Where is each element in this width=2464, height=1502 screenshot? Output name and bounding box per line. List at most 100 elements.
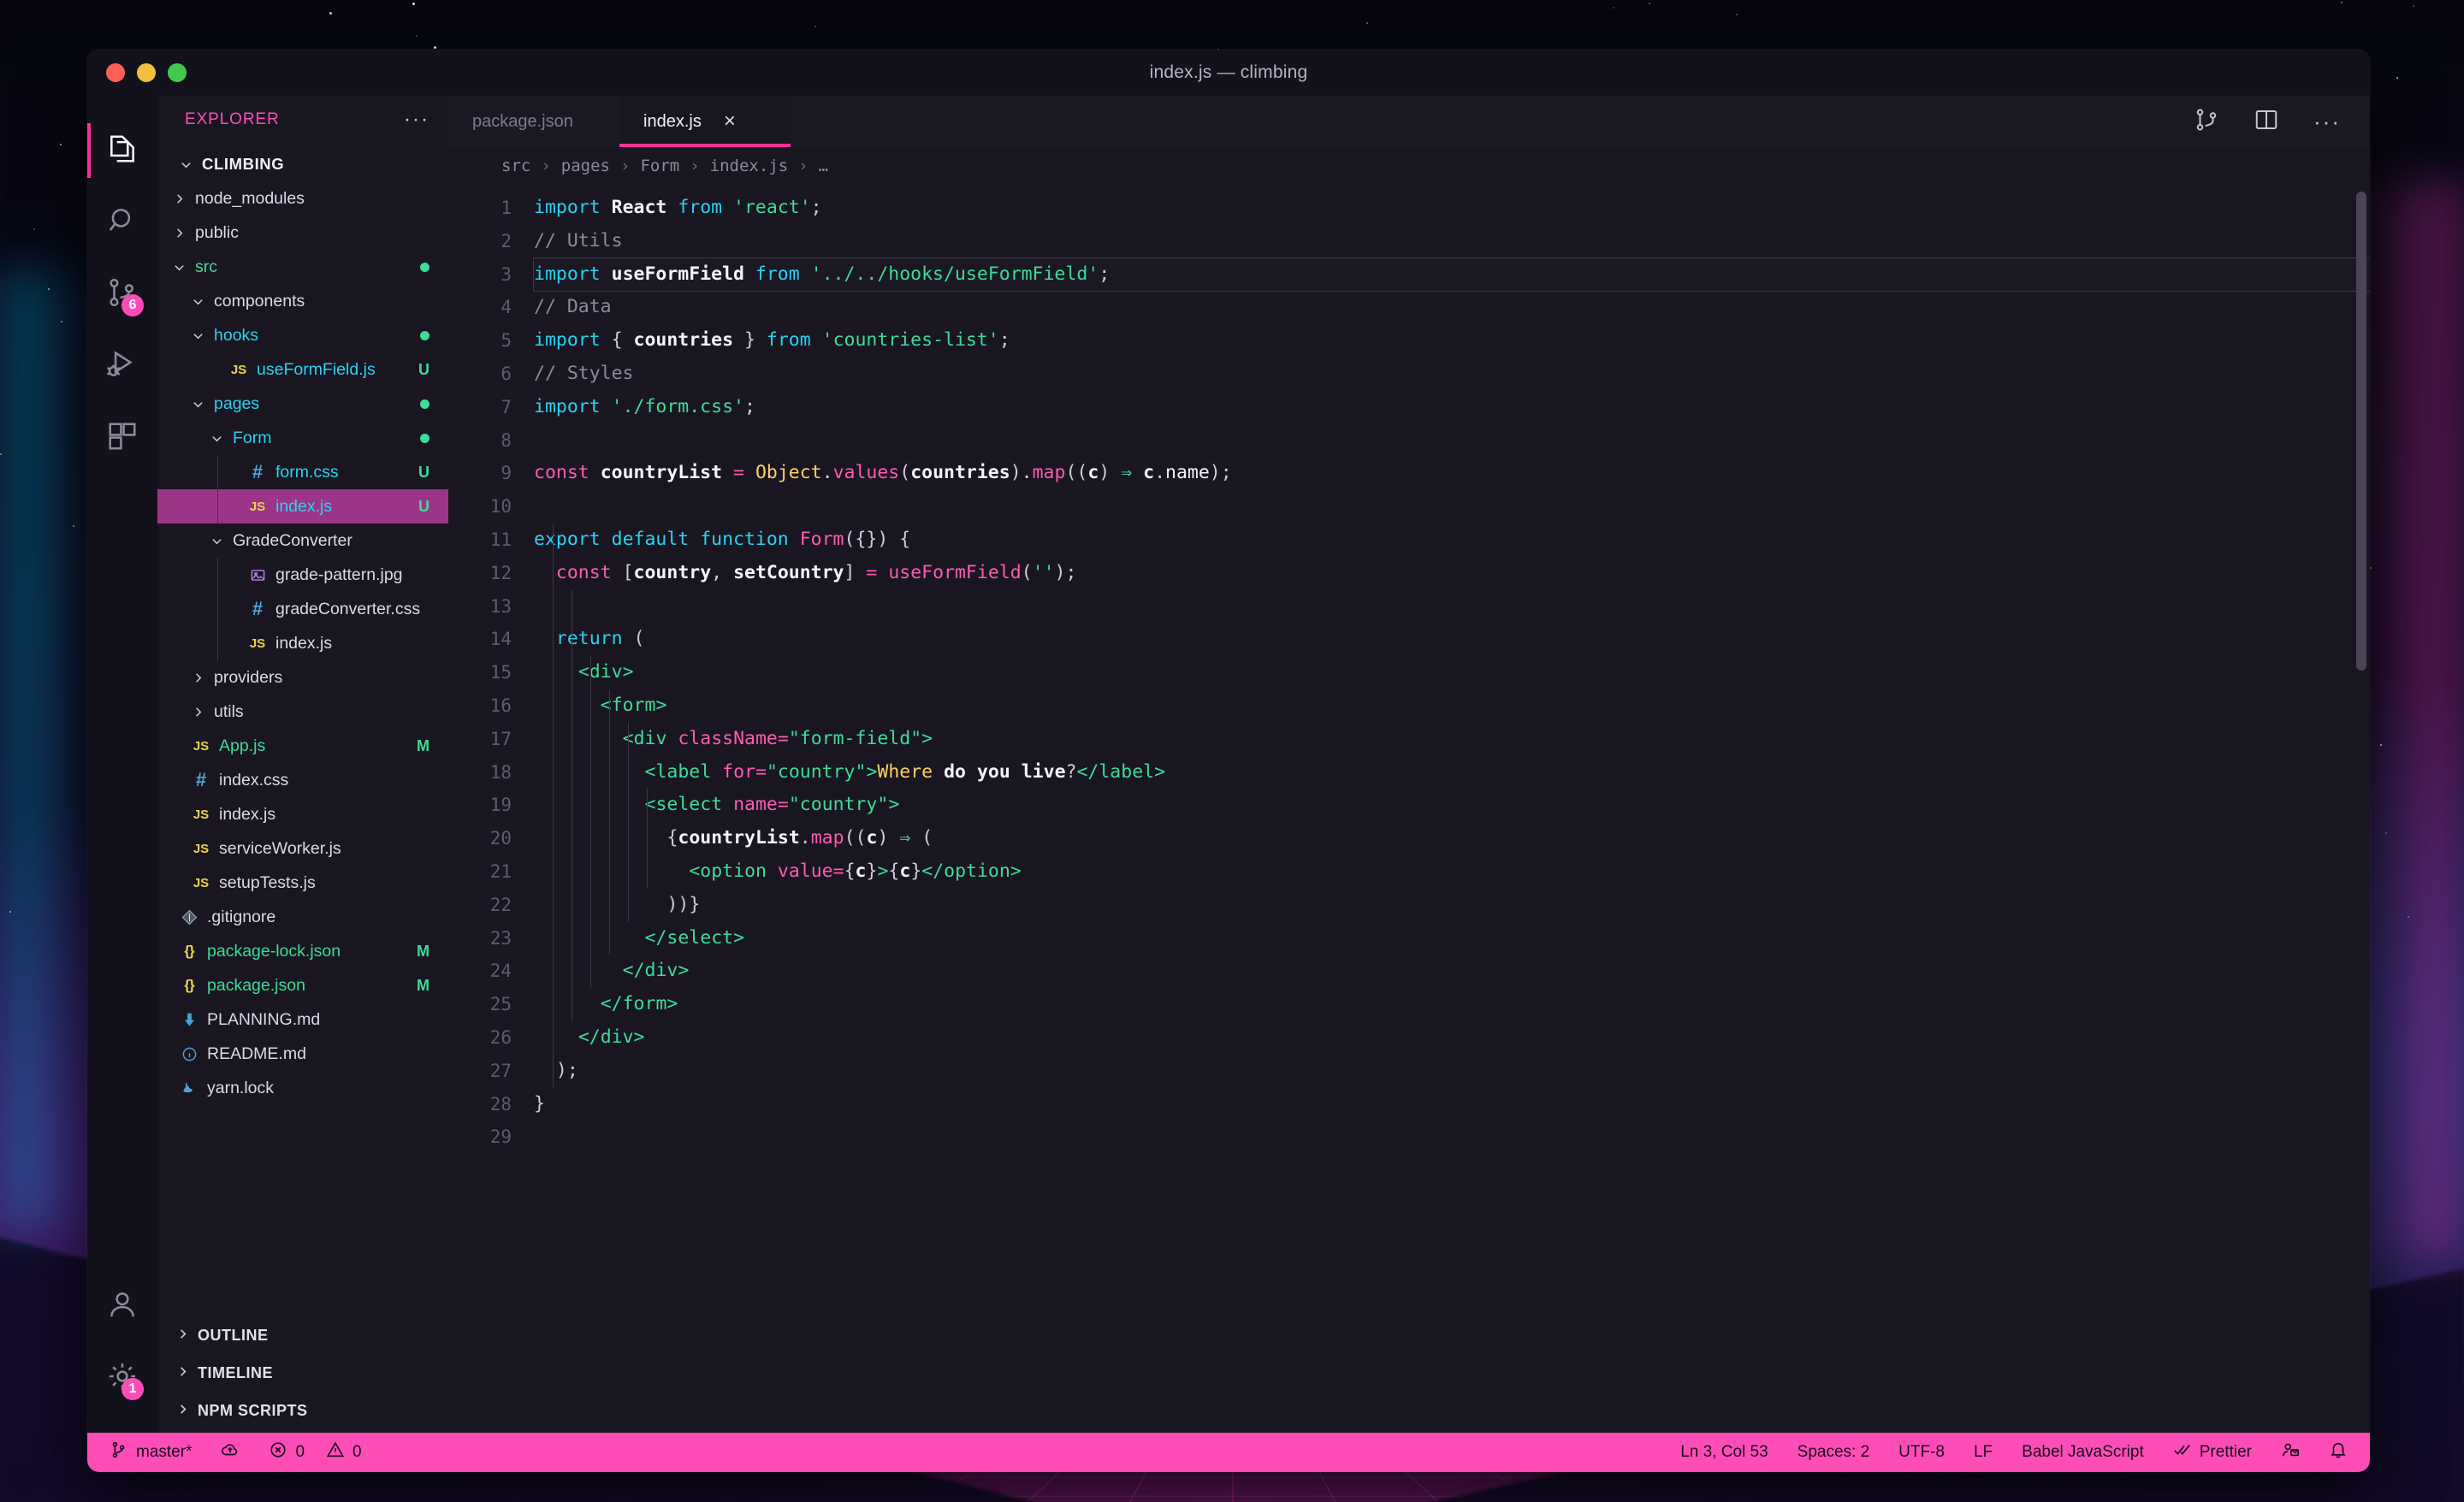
code-line[interactable]: }: [534, 1088, 2370, 1121]
tree-item-node-modules[interactable]: node_modules: [157, 181, 448, 216]
chevron-right-icon[interactable]: [188, 706, 207, 718]
chevron-down-icon[interactable]: [188, 398, 207, 411]
code-line[interactable]: import './form.css';: [534, 391, 2370, 424]
status-notifications[interactable]: [2329, 1440, 2348, 1464]
window-controls[interactable]: [87, 63, 187, 82]
tree-item-gradeconverter[interactable]: GradeConverter: [157, 523, 448, 558]
activitybar-item-extensions[interactable]: [87, 402, 157, 474]
code-line[interactable]: const countryList = Object.values(countr…: [534, 457, 2370, 490]
split-editor-right-icon[interactable]: [2254, 107, 2279, 137]
code-line[interactable]: <label for="country">Where do you live?<…: [534, 756, 2370, 789]
tab-index-js[interactable]: index.js ×: [619, 96, 791, 147]
status-sync[interactable]: [221, 1440, 240, 1464]
status-encoding[interactable]: UTF-8: [1898, 1443, 1945, 1462]
tree-item--gitignore[interactable]: .gitignore: [157, 900, 448, 934]
activitybar-item-run-and-debug[interactable]: [87, 330, 157, 402]
code-line[interactable]: );: [534, 1055, 2370, 1088]
code-line[interactable]: import useFormField from '../../hooks/us…: [534, 258, 2370, 292]
activitybar-item-accounts[interactable]: [87, 1270, 157, 1342]
tree-item-public[interactable]: public: [157, 216, 448, 250]
code-line[interactable]: [534, 1121, 2370, 1154]
open-changes-icon[interactable]: [2194, 107, 2219, 137]
tree-item-hooks[interactable]: hooks: [157, 318, 448, 352]
tree-item-package-json[interactable]: {}package.jsonM: [157, 968, 448, 1002]
editor-scrollbar[interactable]: [2356, 192, 2366, 671]
status-branch[interactable]: master*: [110, 1440, 192, 1464]
tree-item-src[interactable]: src: [157, 250, 448, 284]
code-line[interactable]: // Styles: [534, 358, 2370, 391]
status-feedback[interactable]: [2281, 1440, 2300, 1464]
chevron-right-icon[interactable]: [169, 192, 188, 205]
code-line[interactable]: // Data: [534, 291, 2370, 324]
breadcrumb[interactable]: src›pages›Form›index.js›…: [448, 147, 2370, 185]
code-line[interactable]: import React from 'react';: [534, 192, 2370, 225]
code-line[interactable]: {countryList.map((c) ⇒ (: [534, 822, 2370, 855]
file-tree[interactable]: CLIMBING node_modulespublicsrccomponents…: [157, 144, 448, 1316]
code-line[interactable]: import { countries } from 'countries-lis…: [534, 324, 2370, 358]
status-problems[interactable]: 0 0: [269, 1440, 361, 1464]
chevron-down-icon[interactable]: [188, 329, 207, 342]
breadcrumb-item[interactable]: index.js: [710, 157, 789, 175]
chevron-down-icon[interactable]: [207, 432, 226, 445]
tree-item-form[interactable]: Form: [157, 421, 448, 455]
sidebar-panel-outline[interactable]: OUTLINE: [157, 1316, 448, 1354]
code-line[interactable]: </div>: [534, 955, 2370, 988]
tree-item-index-js[interactable]: JSindex.js: [157, 797, 448, 831]
activitybar-item-source-control[interactable]: 6: [87, 258, 157, 330]
breadcrumb-item[interactable]: Form: [640, 157, 679, 175]
sidebar-panel-npm-scripts[interactable]: NPM SCRIPTS: [157, 1392, 448, 1429]
close-window-button[interactable]: [106, 63, 125, 82]
code-line[interactable]: [534, 424, 2370, 458]
status-language-mode[interactable]: Babel JavaScript: [2022, 1443, 2144, 1462]
tree-item-grade-pattern-jpg[interactable]: grade-pattern.jpg: [157, 558, 448, 592]
close-icon[interactable]: ×: [724, 111, 736, 132]
sidebar-panel-timeline[interactable]: TIMELINE: [157, 1354, 448, 1392]
breadcrumb-item[interactable]: …: [819, 157, 828, 175]
tree-item-package-lock-json[interactable]: {}package-lock.jsonM: [157, 934, 448, 968]
status-indentation[interactable]: Spaces: 2: [1798, 1443, 1870, 1462]
tree-item-readme-md[interactable]: README.md: [157, 1037, 448, 1071]
tree-item-utils[interactable]: utils: [157, 695, 448, 729]
tree-item-form-css[interactable]: #form.cssU: [157, 455, 448, 489]
chevron-down-icon[interactable]: [207, 535, 226, 547]
code-editor[interactable]: 1234567891011121314151617181920212223242…: [448, 185, 2370, 1433]
tree-item-components[interactable]: components: [157, 284, 448, 318]
tree-item-gradeconverter-css[interactable]: #gradeConverter.css: [157, 592, 448, 626]
sidebar-more-actions-icon[interactable]: ···: [404, 109, 429, 130]
status-formatter[interactable]: Prettier: [2173, 1440, 2252, 1464]
tree-item-yarn-lock[interactable]: yarn.lock: [157, 1071, 448, 1105]
tab-package-json[interactable]: package.json: [448, 96, 619, 147]
code-line[interactable]: <div className="form-field">: [534, 723, 2370, 756]
code-line[interactable]: export default function Form({}) {: [534, 523, 2370, 557]
code-line[interactable]: const [country, setCountry] = useFormFie…: [534, 557, 2370, 590]
tree-item-pages[interactable]: pages: [157, 387, 448, 421]
minimize-window-button[interactable]: [137, 63, 156, 82]
chevron-right-icon[interactable]: [169, 227, 188, 239]
code-line[interactable]: <select name="country">: [534, 789, 2370, 822]
tree-item-useformfield-js[interactable]: JSuseFormField.jsU: [157, 352, 448, 387]
code-line[interactable]: </form>: [534, 988, 2370, 1021]
activitybar-item-search[interactable]: [87, 186, 157, 258]
code-line[interactable]: // Utils: [534, 225, 2370, 258]
tree-item-app-js[interactable]: JSApp.jsM: [157, 729, 448, 763]
code-line[interactable]: return (: [534, 623, 2370, 656]
code-line[interactable]: <form>: [534, 689, 2370, 723]
tree-item-serviceworker-js[interactable]: JSserviceWorker.js: [157, 831, 448, 866]
tree-item-planning-md[interactable]: PLANNING.md: [157, 1002, 448, 1037]
more-actions-icon[interactable]: ···: [2313, 110, 2341, 133]
code-line[interactable]: ))}: [534, 889, 2370, 922]
maximize-window-button[interactable]: [168, 63, 187, 82]
status-eol[interactable]: LF: [1974, 1443, 1993, 1462]
tree-root-climbing[interactable]: CLIMBING: [157, 147, 448, 181]
activitybar-item-explorer[interactable]: [87, 115, 157, 186]
code-line[interactable]: <option value={c}>{c}</option>: [534, 855, 2370, 889]
tree-item-providers[interactable]: providers: [157, 660, 448, 695]
chevron-down-icon[interactable]: [169, 261, 188, 274]
chevron-right-icon[interactable]: [188, 671, 207, 684]
status-cursor-position[interactable]: Ln 3, Col 53: [1680, 1443, 1768, 1462]
code-line[interactable]: [534, 490, 2370, 523]
code-content[interactable]: import React from 'react';// Utilsimport…: [525, 185, 2370, 1433]
breadcrumb-item[interactable]: pages: [561, 157, 610, 175]
tree-item-index-js[interactable]: JSindex.js: [157, 626, 448, 660]
breadcrumb-item[interactable]: src: [501, 157, 530, 175]
